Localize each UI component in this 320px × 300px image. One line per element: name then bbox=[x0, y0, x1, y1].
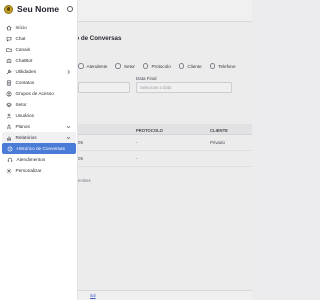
sidebar-item-personalizar[interactable]: Personalizar bbox=[2, 165, 76, 176]
sidebar-item-label: Setor bbox=[15, 102, 27, 107]
sidebar-item-label: ChatBot bbox=[15, 58, 33, 63]
chevron-down-icon bbox=[66, 136, 71, 139]
sidebar-item-historico-de-conversas[interactable]: Histórico de Conversas bbox=[2, 143, 76, 154]
sidebar-item-inicio[interactable]: Início bbox=[2, 22, 76, 33]
sidebar-item-label: Usuários bbox=[15, 113, 35, 118]
logo bbox=[4, 4, 13, 14]
sidebar-item-label: Relatórios bbox=[15, 135, 37, 140]
users-group-icon bbox=[6, 91, 12, 97]
sidebar-item-canais[interactable]: Canais bbox=[2, 44, 76, 55]
layers-icon bbox=[6, 102, 12, 108]
chevron-down-icon bbox=[66, 125, 71, 128]
sidebar-item-usuarios[interactable]: Usuários bbox=[2, 110, 76, 121]
sidebar-item-label: Personalizar bbox=[15, 168, 42, 173]
brand-name: Seu Nome bbox=[17, 4, 60, 14]
sidebar-item-utilidades[interactable]: Utilidades bbox=[2, 66, 76, 77]
bar-chart-icon bbox=[6, 135, 12, 141]
contact-book-icon bbox=[6, 79, 12, 86]
sidebar: Seu Nome Início Chat Canais ChatBot Util… bbox=[0, 0, 78, 300]
sidebar-item-relatorios[interactable]: Relatórios bbox=[2, 132, 76, 143]
collapse-sidebar-button[interactable] bbox=[67, 6, 73, 12]
sidebar-item-chat[interactable]: Chat bbox=[2, 33, 76, 44]
headset-icon bbox=[7, 157, 13, 163]
sidebar-item-setor[interactable]: Setor bbox=[2, 99, 76, 110]
sidebar-item-chatbot[interactable]: ChatBot bbox=[2, 55, 76, 66]
sidebar-item-label: Início bbox=[15, 25, 27, 30]
chevron-right-icon bbox=[67, 69, 70, 74]
sidebar-item-grupos-de-acesso[interactable]: Grupos de Acesso bbox=[2, 88, 76, 99]
chat-bubble-icon bbox=[6, 36, 12, 42]
home-icon bbox=[6, 25, 12, 31]
sidebar-menu: Início Chat Canais ChatBot Utilidades Co… bbox=[0, 22, 78, 176]
sidebar-item-label: Atendimentos bbox=[16, 157, 46, 162]
app-screen: órico de Conversas Atendente Setor Proto… bbox=[0, 0, 252, 300]
tools-icon bbox=[6, 69, 12, 75]
sidebar-item-atendimentos[interactable]: Atendimentos bbox=[2, 154, 76, 165]
sidebar-item-label: Chat bbox=[15, 36, 26, 41]
folder-icon bbox=[6, 47, 12, 53]
sidebar-item-contatos[interactable]: Contatos bbox=[2, 77, 76, 88]
sidebar-item-label: Planos bbox=[15, 124, 30, 129]
gear-icon bbox=[6, 168, 12, 174]
users-icon bbox=[6, 113, 12, 119]
sidebar-item-label: Contatos bbox=[15, 80, 35, 85]
sidebar-item-label: Grupos de Acesso bbox=[15, 91, 54, 96]
sidebar-item-label: Canais bbox=[15, 47, 31, 52]
robot-icon bbox=[6, 58, 12, 64]
history-icon bbox=[7, 146, 13, 152]
sidebar-item-label: Histórico de Conversas bbox=[16, 146, 65, 151]
sidebar-item-label: Utilidades bbox=[15, 69, 37, 74]
brand[interactable]: Seu Nome bbox=[4, 4, 59, 14]
sidebar-item-planos[interactable]: Planos bbox=[2, 121, 76, 132]
rocket-icon bbox=[6, 123, 12, 130]
